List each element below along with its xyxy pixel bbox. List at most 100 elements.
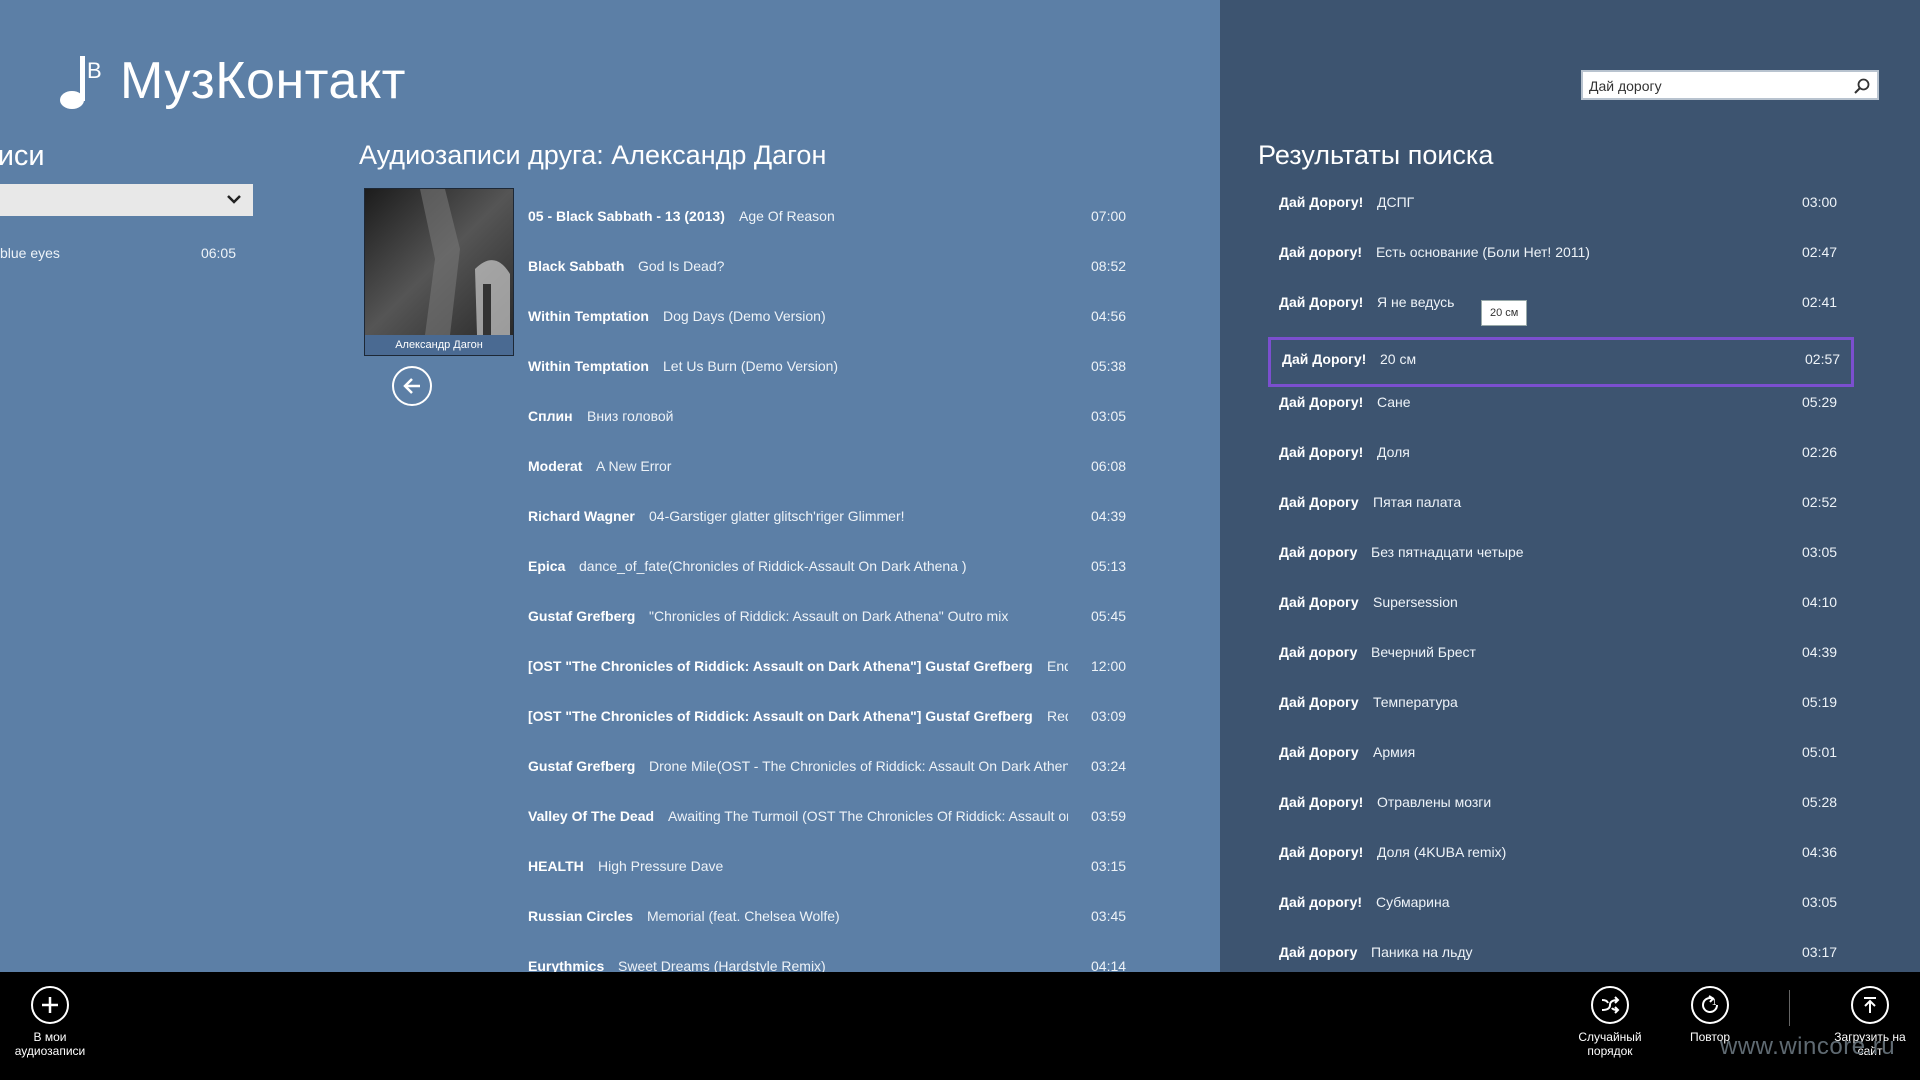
track-text-clip: Black Sabbath God Is Dead? [528, 252, 1068, 282]
track-text-clip: HEALTH High Pressure Dave [528, 852, 1068, 882]
track-text-clip: Gustaf Grefberg "Chronicles of Riddick: A… [528, 602, 1068, 632]
result-title: Сане [1377, 394, 1411, 410]
add-to-my-audio-button[interactable]: В мои аудиозаписи [0, 986, 100, 1058]
search-result-row[interactable]: Дай Дорогу! Доля 02:26 [1268, 437, 1854, 487]
track-title: Sweet Dreams (Hardstyle Remix) [618, 958, 826, 972]
result-artist: Дай Дорогу! [1282, 351, 1367, 367]
friend-track-row[interactable]: [OST "The Chronicles of Riddick: Assault… [528, 690, 1128, 740]
track-artist: Richard Wagner [528, 508, 635, 524]
track-text-clip: Valley Of The Dead Awaiting The Turmoil (… [528, 802, 1068, 832]
track-duration: 05:45 [1091, 608, 1127, 624]
friend-audio-header: Аудиозаписи друга: Александр Дагон [359, 140, 827, 170]
search-result-row[interactable]: Дай дорогу Вечерний Брест 04:39 [1268, 637, 1854, 687]
search-results-header: Результаты поиска [1258, 140, 1494, 170]
friend-name: Александр Дагон [365, 335, 513, 355]
track-duration: 05:38 [1091, 358, 1127, 374]
search-result-row[interactable]: Дай Дорогу Температура 05:19 [1268, 687, 1854, 737]
friend-track-list: 05 - Black Sabbath - 13 (2013) Age Of Rea… [528, 190, 1128, 972]
track-duration: 04:56 [1091, 308, 1127, 324]
result-title: Субмарина [1376, 894, 1450, 910]
track-title: God Is Dead? [638, 258, 725, 274]
shuffle-button[interactable]: Случайный порядок [1560, 986, 1660, 1058]
search-input[interactable] [1589, 76, 1839, 96]
friend-card[interactable]: Александр Дагон [364, 188, 514, 356]
track-artist: HEALTH [528, 858, 584, 874]
app-bar-separator [1789, 990, 1790, 1026]
track-artist: Russian Circles [528, 908, 634, 924]
shuffle-icon [1601, 996, 1620, 1014]
result-duration: 02:57 [1805, 351, 1841, 367]
app-title: МузКонтакт [120, 52, 406, 110]
result-artist: Дай дорогу! [1279, 244, 1363, 260]
track-text-clip: Gustaf Grefberg Drone Mile(OST - The Chro… [528, 752, 1068, 782]
search-result-row[interactable]: Дай дорогу! Есть основание (Боли Нет! 201… [1268, 237, 1854, 287]
back-button[interactable] [392, 366, 432, 406]
track-duration: 06:05 [200, 245, 236, 261]
shuffle-label: Случайный порядок [1578, 1030, 1642, 1058]
friend-track-row[interactable]: Within Temptation Let Us Burn (Demo Versi… [528, 340, 1128, 390]
add-to-my-audio-label: В мои аудиозаписи [14, 1030, 86, 1058]
track-text-clip: Within Temptation Let Us Burn (Demo Versi… [528, 352, 1068, 382]
friend-track-row[interactable]: Eurythmics Sweet Dreams (Hardstyle Remix)… [528, 940, 1128, 972]
friend-track-row[interactable]: 05 - Black Sabbath - 13 (2013) Age Of Rea… [528, 190, 1128, 240]
search-result-row[interactable]: Дай Дорогу! Я не ведусь 02:41 [1268, 287, 1854, 337]
search-icon[interactable] [1853, 77, 1871, 95]
search-result-row[interactable]: Дай Дорогу! Доля (4KUBA remix) 04:36 [1268, 837, 1854, 887]
result-title: Доля (4KUBA remix) [1377, 844, 1507, 860]
svg-text:В: В [87, 58, 102, 83]
search-box[interactable] [1581, 70, 1879, 100]
result-title: Я не ведусь [1377, 294, 1455, 310]
result-duration: 02:52 [1802, 494, 1838, 510]
svg-text:1: 1 [1712, 998, 1717, 1007]
search-result-row[interactable]: Дай Дорогу Supersession 04:10 [1268, 587, 1854, 637]
search-result-row[interactable]: Дай Дорогу! Сане 05:29 [1268, 387, 1854, 437]
track-text-clip: Epica dance_of_fate(Chronicles of Riddick… [528, 552, 1068, 582]
friend-track-row[interactable]: HEALTH High Pressure Dave 03:15 [528, 840, 1128, 890]
track-duration: 03:45 [1091, 908, 1127, 924]
chevron-down-icon [227, 195, 241, 204]
track-title: Red A [1047, 708, 1068, 724]
result-duration: 02:41 [1802, 294, 1838, 310]
track-duration: 03:09 [1091, 708, 1127, 724]
friend-track-row[interactable]: Valley Of The Dead Awaiting The Turmoil (… [528, 790, 1128, 840]
search-result-row[interactable]: Дай Дорогу Пятая палата 02:52 [1268, 487, 1854, 537]
result-title: 20 см [1380, 351, 1417, 367]
result-artist: Дай дорогу [1279, 544, 1358, 560]
friend-track-row[interactable]: Moderat A New Error 06:08 [528, 440, 1128, 490]
album-dropdown[interactable] [0, 184, 253, 216]
friend-track-row[interactable]: Russian Circles Memorial (feat. Chelsea W… [528, 890, 1128, 940]
my-audio-header: писи [0, 140, 45, 172]
search-result-row[interactable]: Дай Дорогу Армия 05:01 [1268, 737, 1854, 787]
result-artist: Дай дорогу! [1279, 894, 1363, 910]
track-artist: Epica [528, 558, 566, 574]
track-text-clip: Russian Circles Memorial (feat. Chelsea W… [528, 902, 1068, 932]
search-result-row[interactable]: Дай дорогу! Субмарина 03:05 [1268, 887, 1854, 937]
friend-track-row[interactable]: Сплин Вниз головой 03:05 [528, 390, 1128, 440]
result-artist: Дай Дорогу! [1279, 844, 1364, 860]
friend-track-row[interactable]: Gustaf Grefberg Drone Mile(OST - The Chro… [528, 740, 1128, 790]
track-duration: 03:15 [1091, 858, 1127, 874]
result-artist: Дай Дорогу [1279, 744, 1359, 760]
track-artist: Moderat [528, 458, 583, 474]
search-result-row[interactable]: Дай Дорогу! Отравлены мозги 05:28 [1268, 787, 1854, 837]
result-artist: Дай Дорогу! [1279, 794, 1364, 810]
friend-track-row[interactable]: Gustaf Grefberg "Chronicles of Riddick: A… [528, 590, 1128, 640]
search-result-row-selected[interactable]: Дай Дорогу! 20 см 02:57 [1268, 337, 1854, 387]
search-result-row[interactable]: Дай дорогу Без пятнадцати четыре 03:05 [1268, 537, 1854, 587]
friend-track-row[interactable]: Within Temptation Dog Days (Demo Version)… [528, 290, 1128, 340]
track-artist: [OST "The Chronicles of Riddick: Assault… [528, 658, 1033, 674]
result-duration: 05:28 [1802, 794, 1838, 810]
friend-track-row[interactable]: [OST "The Chronicles of Riddick: Assault… [528, 640, 1128, 690]
track-artist: [OST "The Chronicles of Riddick: Assault… [528, 708, 1033, 724]
track-artist: 05 - Black Sabbath - 13 (2013) [528, 208, 725, 224]
search-result-row[interactable]: Дай Дорогу! ДСПГ 03:00 [1268, 187, 1854, 237]
result-duration: 05:19 [1802, 694, 1838, 710]
friend-track-row[interactable]: Richard Wagner 04-Garstiger glatter glits… [528, 490, 1128, 540]
friend-track-row[interactable]: Epica dance_of_fate(Chronicles of Riddick… [528, 540, 1128, 590]
upload-icon [1864, 997, 1876, 1013]
track-title: Let Us Burn (Demo Version) [663, 358, 839, 374]
track-text-clip: Within Temptation Dog Days (Demo Version) [528, 302, 1068, 332]
friend-track-row[interactable]: Black Sabbath God Is Dead? 08:52 [528, 240, 1128, 290]
track-title: Вниз головой [587, 408, 674, 424]
track-title: 04-Garstiger glatter glitsch'riger Glimm… [649, 508, 905, 524]
